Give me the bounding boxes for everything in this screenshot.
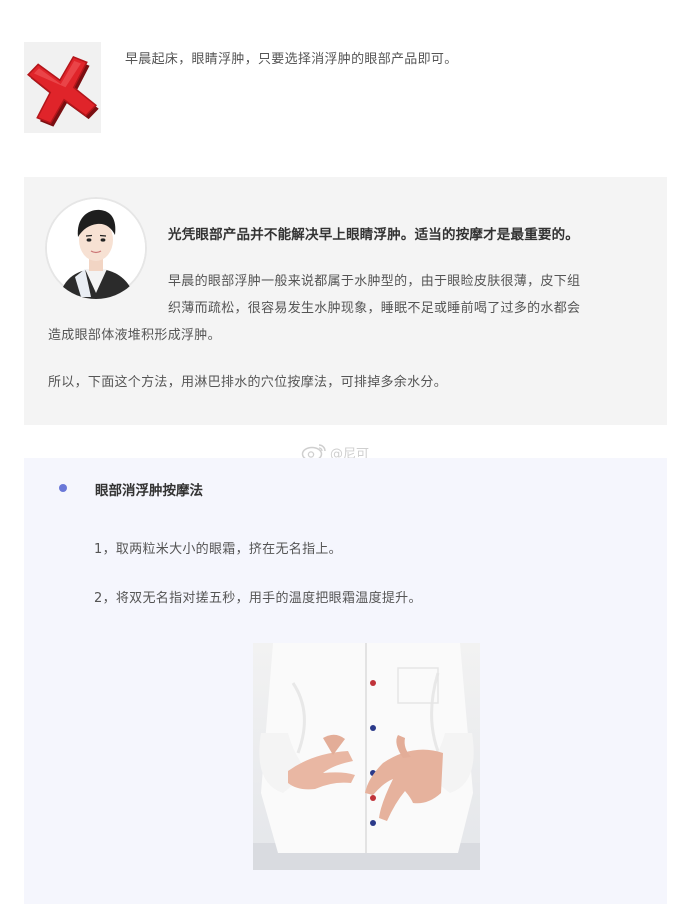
conclusion-text: 所以，下面这个方法，用淋巴排水的穴位按摩法，可排掉多余水分。 xyxy=(48,375,448,390)
expert-headline: 光凭眼部产品并不能解决早上眼睛浮肿。适当的按摩才是最重要的。 xyxy=(168,227,579,243)
method-title: 眼部消浮肿按摩法 xyxy=(95,483,203,499)
method-step: 1，取两粒米大小的眼霜，挤在无名指上。 xyxy=(94,542,342,557)
method-step: 2，将双无名指对搓五秒，用手的温度把眼霜温度提升。 xyxy=(94,591,422,606)
wrong-tip-text: 早晨起床，眼睛浮肿，只要选择消浮肿的眼部产品即可。 xyxy=(125,52,458,67)
paragraph-line: 早晨的眼部浮肿一般来说都属于水肿型的，由于眼睑皮肤很薄，皮下组 xyxy=(168,274,581,289)
paragraph-line: 造成眼部体液堆积形成浮肿。 xyxy=(48,328,221,343)
expert-avatar-icon xyxy=(45,197,147,299)
paragraph-line: 织薄而疏松，很容易发生水肿现象，睡眠不足或睡前喝了过多的水都会 xyxy=(168,301,581,316)
red-x-icon xyxy=(26,55,99,127)
wrong-tip-icon-box xyxy=(24,42,101,133)
hands-rubbing-ring-fingers-photo xyxy=(253,643,480,870)
section-bullet xyxy=(59,484,67,492)
